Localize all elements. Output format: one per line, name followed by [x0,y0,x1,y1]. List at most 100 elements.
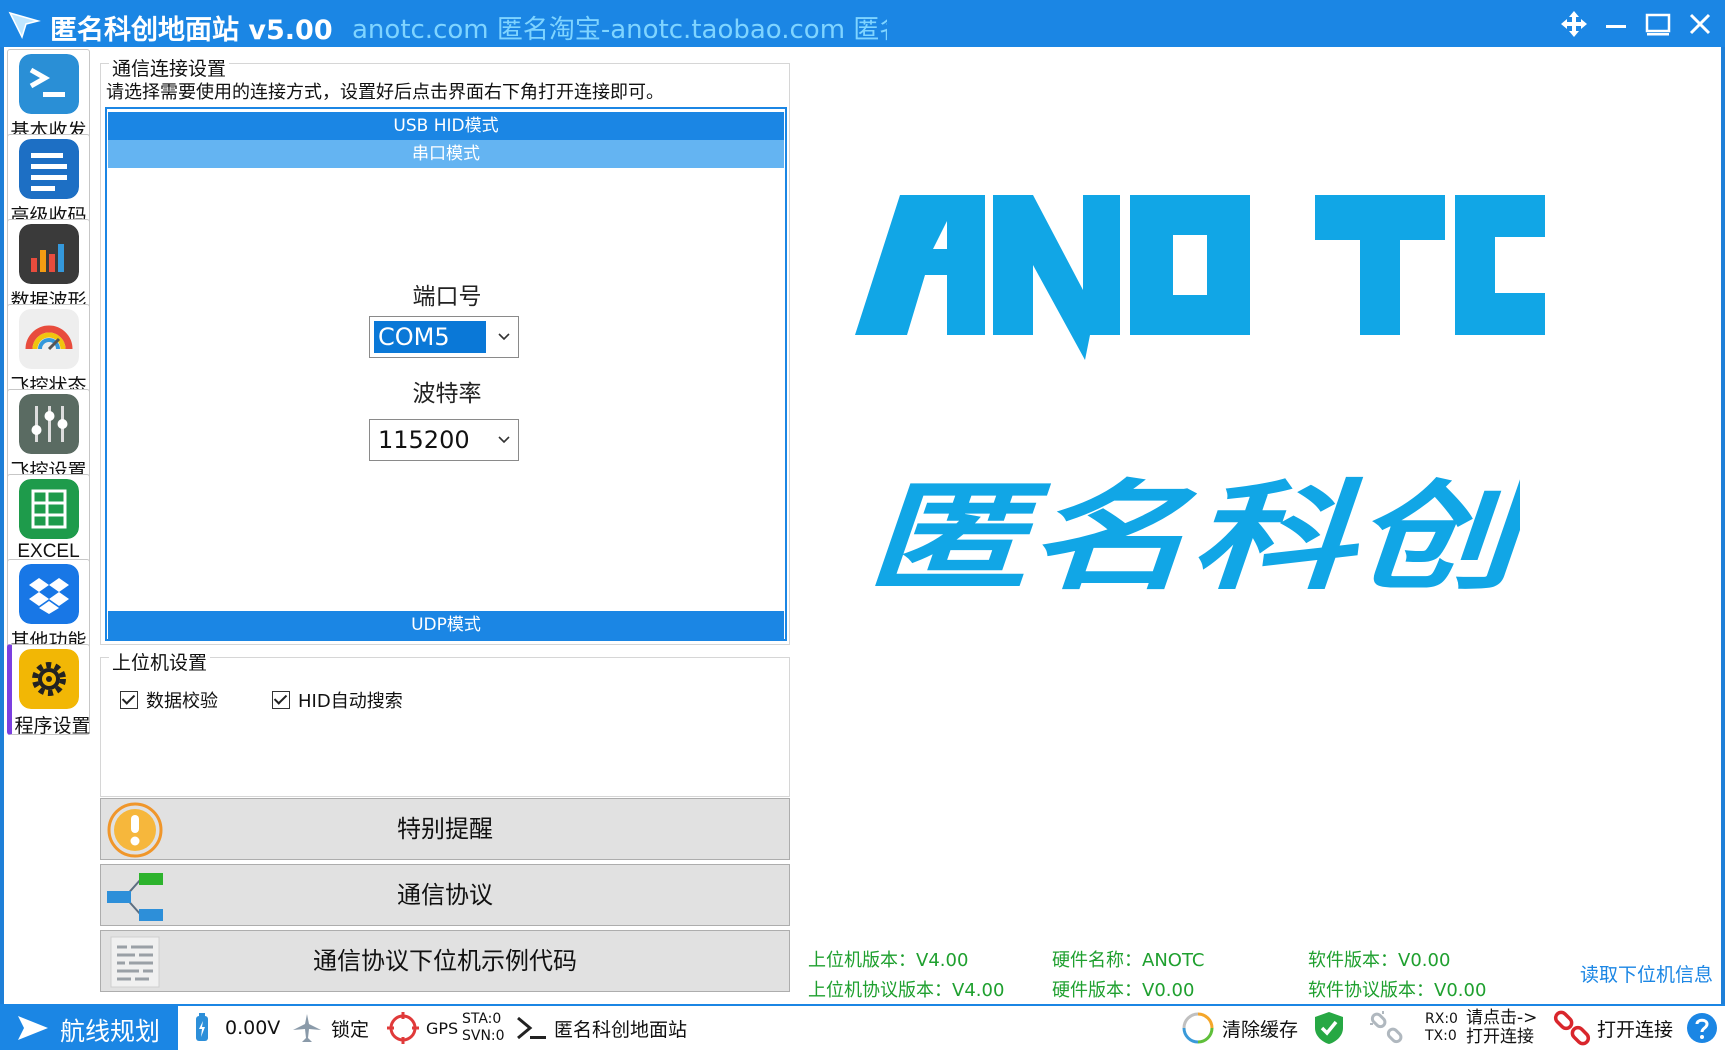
minimize-icon [1606,25,1626,28]
sample-code-button[interactable]: 通信协议下位机示例代码 [100,930,790,992]
baud-select[interactable]: 115200 [369,419,519,461]
help-icon [1687,1013,1717,1043]
link-status [1369,1006,1405,1050]
status-bar: 航线规划 0.00V 锁定 GPS STA:0 SVN:0 匿名科创地面站 清除… [0,1004,1725,1050]
hardware-name: 硬件名称：ANOTC [1052,950,1205,971]
nav-excel[interactable]: EXCEL [7,474,90,565]
baud-label: 波特率 [412,381,482,407]
move-icon [1561,11,1587,37]
aircraft-icon [293,1014,321,1042]
spreadsheet-icon [19,479,79,539]
connect-hint: 请点击-> 打开连接 [1466,1006,1537,1050]
svn-value: SVN:0 [462,1028,505,1044]
port-select[interactable]: COM5 [369,316,519,358]
nav-fc-status[interactable]: 飞控状态 [7,304,90,397]
lock-label: 锁定 [331,1018,370,1041]
nav-label: 程序设置 [14,716,91,737]
sample-code-label: 通信协议下位机示例代码 [313,947,577,975]
tab-udp[interactable]: UDP模式 [108,611,784,639]
nav-waveform[interactable]: 数据波形 [7,219,90,312]
refresh-circle-icon [1182,1012,1214,1044]
hid-auto-search-checkbox[interactable]: HID自动搜索 [272,687,403,713]
satellite-info: STA:0 SVN:0 [462,1006,505,1050]
nav-other-functions[interactable]: 其他功能 [7,559,90,652]
special-notice-button[interactable]: 特别提醒 [100,798,790,860]
connection-mode-panel: USB HID模式 串口模式 端口号 COM5 波特率 115200 UDP模式 [105,107,787,641]
app-name-label: 匿名科创地面站 [554,1018,688,1041]
chevron-down-icon [498,333,510,341]
app-logo-icon [8,11,41,39]
broken-link-icon [1370,1011,1403,1044]
connect-hint-line1: 请点击-> [1466,1008,1538,1028]
maximize-icon [1645,13,1671,36]
gauge-icon [19,309,79,369]
connection-group-title: 通信连接设置 [109,54,230,81]
protocol-button[interactable]: 通信协议 [100,864,790,926]
rx-tx-counter: RX:0 TX:0 [1425,1006,1458,1050]
battery-icon [196,1013,208,1041]
sliders-icon [19,394,79,454]
host-version: 上位机版本：V4.00 [808,950,969,971]
protocol-label: 通信协议 [397,881,493,909]
hardware-version: 硬件版本：V0.00 [1052,980,1195,1001]
security-status [1313,1006,1345,1050]
nav-program-settings[interactable]: 程序设置 [7,644,91,737]
host-settings-group: 上位机设置 [100,648,790,797]
nav-basic-io[interactable]: 基本收发 [7,49,90,142]
title-marquee: anotc.com 匿名淘宝-anotc.taobao.com 匿名 [352,15,887,41]
sta-value: STA:0 [462,1011,502,1027]
window-title: 匿名科创地面站 v5.00 [50,15,333,46]
left-navigation: 基本收发 高级收码 数据波形 飞控状态 飞控设置 EXCEL 其他功能 程序设置 [4,47,91,1004]
gps-status: GPS [386,1006,458,1050]
host-settings-title: 上位机设置 [109,648,211,675]
close-button[interactable] [1682,6,1718,42]
gear-icon [19,649,79,709]
nav-fc-settings[interactable]: 飞控设置 [7,389,90,482]
software-version: 软件版本：V0.00 [1308,950,1451,971]
read-device-info-link[interactable]: 读取下位机信息 [1580,960,1713,987]
checkbox-checked[interactable] [272,691,290,709]
send-arrow-icon [18,1016,48,1040]
checkbox-checked[interactable] [120,691,138,709]
port-label: 端口号 [412,284,482,310]
route-planning-label: 航线规划 [60,1017,161,1046]
battery-status: 0.00V [193,1006,280,1050]
route-planning-button[interactable]: 航线规划 [0,1006,178,1050]
link-red-icon [1553,1010,1591,1046]
logo-cn-text: 匿名科创 [865,470,1520,600]
special-notice-label: 特别提醒 [397,815,493,843]
tab-usb-hid[interactable]: USB HID模式 [108,112,784,140]
connect-hint-line2: 打开连接 [1466,1027,1534,1047]
open-connection-button[interactable]: 打开连接 [1553,1006,1673,1050]
tx-value: TX:0 [1425,1028,1457,1044]
checkbox-label: 数据校验 [146,691,218,712]
checkbox-label: HID自动搜索 [298,691,403,712]
baud-value: 115200 [378,426,470,454]
maximize-button[interactable] [1640,6,1676,42]
software-protocol-version: 软件协议版本：V0.00 [1308,980,1487,1001]
close-icon [1689,13,1711,35]
tab-serial[interactable]: 串口模式 [108,140,784,168]
anotc-chinese-logo: 匿名科创 [865,470,1520,600]
help-button[interactable] [1686,1006,1718,1050]
dropbox-icon [19,564,79,624]
chevron-down-icon [498,436,510,444]
move-window-button[interactable] [1556,6,1592,42]
minimize-button[interactable] [1598,6,1634,42]
data-check-checkbox[interactable]: 数据校验 [120,687,218,713]
gps-target-icon [387,1012,419,1044]
open-connection-label: 打开连接 [1597,1018,1674,1041]
host-protocol-version: 上位机协议版本：V4.00 [808,980,1005,1001]
clear-cache-label: 清除缓存 [1222,1018,1299,1041]
app-name-status: 匿名科创地面站 [516,1006,687,1050]
connection-hint: 请选择需要使用的连接方式，设置好后点击界面右下角打开连接即可。 [106,82,664,103]
port-value: COM5 [374,321,486,353]
terminal-icon [19,54,79,114]
rx-value: RX:0 [1425,1011,1458,1027]
lock-status: 锁定 [291,1006,369,1050]
clear-cache-button[interactable]: 清除缓存 [1180,1006,1298,1050]
nav-advanced-rx[interactable]: 高级收码 [7,134,90,227]
shield-check-icon [1315,1012,1343,1044]
list-icon [19,139,79,199]
gps-label: GPS [426,1018,459,1038]
